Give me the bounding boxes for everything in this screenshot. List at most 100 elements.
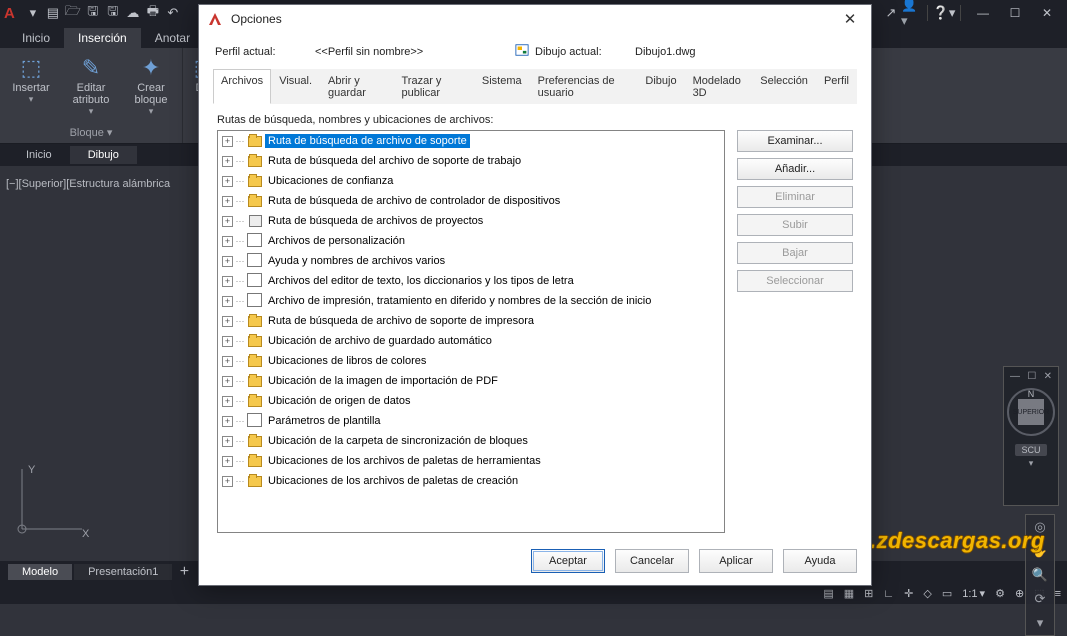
sb-ann-icon[interactable]: ⊕	[1015, 587, 1024, 600]
share-icon[interactable]: ↗	[881, 3, 901, 23]
layout-tab-modelo[interactable]: Modelo	[8, 564, 72, 580]
tree-item[interactable]: +⋯Ruta de búsqueda de archivo de soporte	[218, 131, 724, 151]
user-icon[interactable]: 👤▾	[901, 3, 921, 23]
tree-item[interactable]: +⋯Ubicación de archivo de guardado autom…	[218, 331, 724, 351]
tab-archivos[interactable]: Archivos	[213, 69, 271, 104]
sb-dyn-icon[interactable]: ▭	[942, 587, 952, 600]
sb-model-button[interactable]: ▤	[823, 587, 833, 600]
tab-visual[interactable]: Visual.	[271, 69, 320, 104]
dialog-titlebar[interactable]: Opciones ✕	[199, 5, 871, 33]
qat-save-icon[interactable]: 🖫	[83, 3, 103, 23]
tree-item[interactable]: +⋯Ruta de búsqueda de archivos de proyec…	[218, 211, 724, 231]
expand-icon[interactable]: +	[222, 296, 233, 307]
tree-item[interactable]: +⋯Ubicación de la imagen de importación …	[218, 371, 724, 391]
expand-icon[interactable]: +	[222, 236, 233, 247]
expand-icon[interactable]: +	[222, 156, 233, 167]
dialog-close-button[interactable]: ✕	[837, 8, 863, 30]
viewcube-minimize-icon[interactable]: —	[1010, 371, 1020, 382]
sb-grid-icon[interactable]: ▦	[844, 587, 854, 600]
help-button[interactable]: Ayuda	[783, 549, 857, 573]
sb-osnap-icon[interactable]: ◇	[923, 587, 931, 600]
expand-icon[interactable]: +	[222, 336, 233, 347]
layout-add-button[interactable]: +	[174, 563, 194, 581]
sb-polar-icon[interactable]: ✛	[904, 587, 913, 600]
tree-item[interactable]: +⋯Ruta de búsqueda del archivo de soport…	[218, 151, 724, 171]
sb-snap-icon[interactable]: ⊞	[864, 587, 873, 600]
tab-perfil[interactable]: Perfil	[816, 69, 857, 104]
nav-orbit-icon[interactable]: ⟳	[1035, 591, 1046, 607]
add-button[interactable]: Añadir...	[737, 158, 853, 180]
qat-new-icon[interactable]: ▾	[23, 3, 43, 23]
tree-item[interactable]: +⋯Ubicaciones de libros de colores	[218, 351, 724, 371]
qat-saveas-icon[interactable]: 🖫	[103, 3, 123, 23]
ribbon-tab-insercion[interactable]: Inserción	[64, 28, 141, 48]
expand-icon[interactable]: +	[222, 376, 233, 387]
viewcube-compass[interactable]: N SUPERIOR	[1007, 388, 1055, 436]
ribbon-editar-atributo[interactable]: ✎ Editar atributo ▾	[66, 52, 116, 124]
ok-button[interactable]: Aceptar	[531, 549, 605, 573]
tab-preferencias-usuario[interactable]: Preferencias de usuario	[530, 69, 638, 104]
tree-item[interactable]: +⋯Archivo de impresión, tratamiento en d…	[218, 291, 724, 311]
tree-item[interactable]: +⋯Archivos de personalización	[218, 231, 724, 251]
nav-zoom-icon[interactable]: 🔍	[1032, 567, 1048, 583]
tab-sistema[interactable]: Sistema	[474, 69, 530, 104]
nav-more-icon[interactable]: ▾	[1037, 615, 1044, 631]
tree-item[interactable]: +⋯Ubicación de origen de datos	[218, 391, 724, 411]
select-button[interactable]: Seleccionar	[737, 270, 853, 292]
expand-icon[interactable]: +	[222, 196, 233, 207]
tab-seleccion[interactable]: Selección	[752, 69, 816, 104]
tree-item[interactable]: +⋯Ubicaciones de los archivos de paletas…	[218, 451, 724, 471]
qat-print-icon[interactable]: 🖶	[143, 3, 163, 23]
viewcube-face[interactable]: SUPERIOR	[1018, 399, 1044, 425]
sb-ortho-icon[interactable]: ∟	[883, 588, 894, 600]
expand-icon[interactable]: +	[222, 356, 233, 367]
ribbon-tab-inicio[interactable]: Inicio	[8, 28, 64, 48]
browse-button[interactable]: Examinar...	[737, 130, 853, 152]
chevron-down-icon[interactable]: ▾	[1029, 458, 1034, 469]
expand-icon[interactable]: +	[222, 436, 233, 447]
maximize-button[interactable]: ☐	[999, 3, 1031, 23]
expand-icon[interactable]: +	[222, 476, 233, 487]
tab-dibujo[interactable]: Dibujo	[637, 69, 684, 104]
expand-icon[interactable]: +	[222, 416, 233, 427]
delete-button[interactable]: Eliminar	[737, 186, 853, 208]
qat-undo-icon[interactable]: ↶	[163, 3, 183, 23]
tab-abrir-guardar[interactable]: Abrir y guardar	[320, 69, 393, 104]
ribbon-crear-bloque[interactable]: ✦ Crear bloque ▾	[126, 52, 176, 124]
move-up-button[interactable]: Subir	[737, 214, 853, 236]
help-icon[interactable]: ❔▾	[934, 3, 954, 23]
view-label[interactable]: [−][Superior][Estructura alámbrica	[6, 178, 170, 190]
drawing-tab-dibujo[interactable]: Dibujo	[70, 146, 137, 164]
minimize-button[interactable]: —	[967, 3, 999, 23]
expand-icon[interactable]: +	[222, 276, 233, 287]
paths-tree[interactable]: +⋯Ruta de búsqueda de archivo de soporte…	[218, 131, 724, 532]
apply-button[interactable]: Aplicar	[699, 549, 773, 573]
qat-new-file-icon[interactable]: ▤	[43, 3, 63, 23]
viewcube-restore-icon[interactable]: ☐	[1027, 371, 1036, 382]
expand-icon[interactable]: +	[222, 176, 233, 187]
close-button[interactable]: ✕	[1031, 3, 1063, 23]
expand-icon[interactable]: +	[222, 456, 233, 467]
ribbon-tab-anotar[interactable]: Anotar	[141, 28, 204, 48]
drawing-tab-inicio[interactable]: Inicio	[8, 146, 70, 164]
expand-icon[interactable]: +	[222, 316, 233, 327]
tree-item[interactable]: +⋯Ubicación de la carpeta de sincronizac…	[218, 431, 724, 451]
tree-item[interactable]: +⋯Archivos del editor de texto, los dicc…	[218, 271, 724, 291]
tree-item[interactable]: +⋯Ubicaciones de los archivos de paletas…	[218, 471, 724, 491]
cancel-button[interactable]: Cancelar	[615, 549, 689, 573]
tree-item[interactable]: +⋯Ruta de búsqueda de archivo de control…	[218, 191, 724, 211]
sb-menu-icon[interactable]: ≡	[1055, 588, 1061, 600]
sb-scale[interactable]: 1:1 ▾	[962, 587, 985, 600]
viewcube-close-icon[interactable]: ✕	[1044, 371, 1052, 382]
qat-open-icon[interactable]: 🗁	[63, 3, 83, 23]
ribbon-insertar[interactable]: ⬚ Insertar ▾	[6, 52, 56, 124]
ribbon-group-label[interactable]: Bloque ▾	[70, 124, 113, 143]
layout-tab-presentacion1[interactable]: Presentación1	[74, 564, 172, 580]
tree-item[interactable]: +⋯Parámetros de plantilla	[218, 411, 724, 431]
tree-item[interactable]: +⋯Ayuda y nombres de archivos varios	[218, 251, 724, 271]
tab-trazar-publicar[interactable]: Trazar y publicar	[393, 69, 473, 104]
move-down-button[interactable]: Bajar	[737, 242, 853, 264]
sb-gear-icon[interactable]: ⚙	[995, 587, 1005, 600]
expand-icon[interactable]: +	[222, 256, 233, 267]
ucs-label[interactable]: SCU	[1015, 444, 1046, 456]
